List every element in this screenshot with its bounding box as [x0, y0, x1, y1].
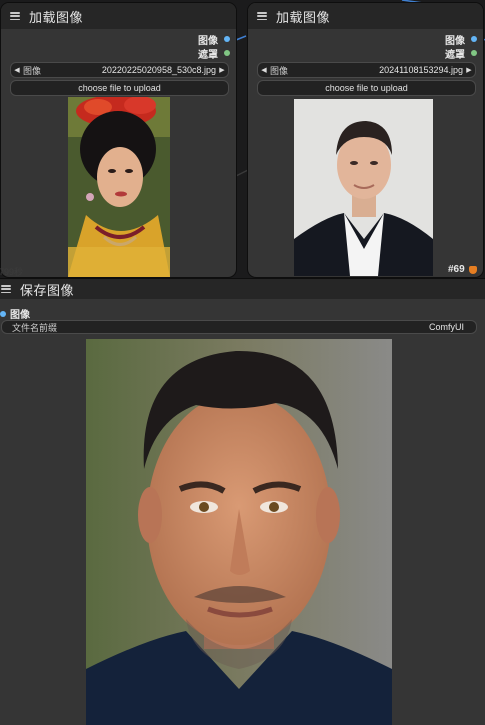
arrow-right-icon[interactable]: ▶: [216, 66, 228, 74]
node-id-label: #69: [448, 264, 465, 275]
input-image[interactable]: 图像: [0, 306, 30, 321]
output-mask[interactable]: 遮罩: [445, 46, 477, 61]
upload-button[interactable]: choose file to upload: [257, 80, 476, 96]
arrow-left-icon[interactable]: ◀: [11, 66, 23, 74]
arrow-right-icon[interactable]: ▶: [463, 66, 475, 74]
node-header[interactable]: 保存图像: [0, 279, 485, 299]
node-title: 加载图像: [29, 9, 84, 25]
output-label: 遮罩: [445, 49, 465, 61]
widget-value: 20220225020958_530c8.jpg: [101, 65, 216, 75]
output-dot-icon[interactable]: [224, 50, 230, 56]
menu-icon[interactable]: [1, 285, 11, 293]
widget-label: 图像: [23, 65, 42, 76]
node-header[interactable]: 加载图像: [1, 3, 236, 29]
node-footer-text: 799秒: [0, 267, 24, 277]
arrow-left-icon[interactable]: ◀: [258, 66, 270, 74]
preview-image: [68, 97, 170, 277]
menu-icon[interactable]: [257, 12, 267, 20]
load-image-node-left[interactable]: 加载图像 图像 遮罩 ◀ 图像 20220225020958_530c8.jpg…: [0, 3, 236, 277]
upload-button-label: choose file to upload: [78, 83, 161, 93]
preview-image: [294, 99, 433, 276]
output-mask[interactable]: 遮罩: [198, 46, 230, 61]
upload-button[interactable]: choose file to upload: [10, 80, 229, 96]
output-image: [86, 339, 392, 725]
output-label: 遮罩: [198, 49, 218, 61]
output-image[interactable]: 图像: [445, 32, 477, 47]
output-dot-icon[interactable]: [471, 50, 477, 56]
menu-icon[interactable]: [10, 12, 20, 20]
widget-value: 20241108153294.jpg: [379, 65, 463, 75]
output-label: 图像: [198, 35, 218, 47]
input-label: 图像: [10, 310, 30, 321]
node-title: 保存图像: [20, 282, 75, 298]
image-select-widget[interactable]: ◀ 图像 20241108153294.jpg ▶: [257, 62, 476, 78]
input-dot-icon[interactable]: [0, 310, 6, 317]
image-select-widget[interactable]: ◀ 图像 20220225020958_530c8.jpg ▶: [10, 62, 229, 78]
widget-value: ComfyUI: [428, 322, 464, 332]
save-image-node[interactable]: 保存图像 图像 文件名前缀 ComfyUI: [0, 279, 485, 725]
output-dot-icon[interactable]: [471, 36, 477, 42]
fox-icon: [468, 265, 477, 274]
node-title: 加载图像: [276, 9, 331, 25]
filename-prefix-widget[interactable]: 文件名前缀 ComfyUI: [1, 320, 477, 334]
node-header[interactable]: 加载图像: [248, 3, 483, 29]
widget-label: 文件名前缀: [12, 322, 58, 333]
load-image-node-right[interactable]: 加载图像 图像 遮罩 ◀ 图像 20241108153294.jpg ▶ cho…: [248, 3, 483, 277]
widget-label: 图像: [270, 65, 289, 76]
output-image[interactable]: 图像: [198, 32, 230, 47]
output-label: 图像: [445, 35, 465, 47]
upload-button-label: choose file to upload: [325, 83, 408, 93]
node-id-badge: #69: [448, 264, 477, 275]
output-dot-icon[interactable]: [224, 36, 230, 42]
